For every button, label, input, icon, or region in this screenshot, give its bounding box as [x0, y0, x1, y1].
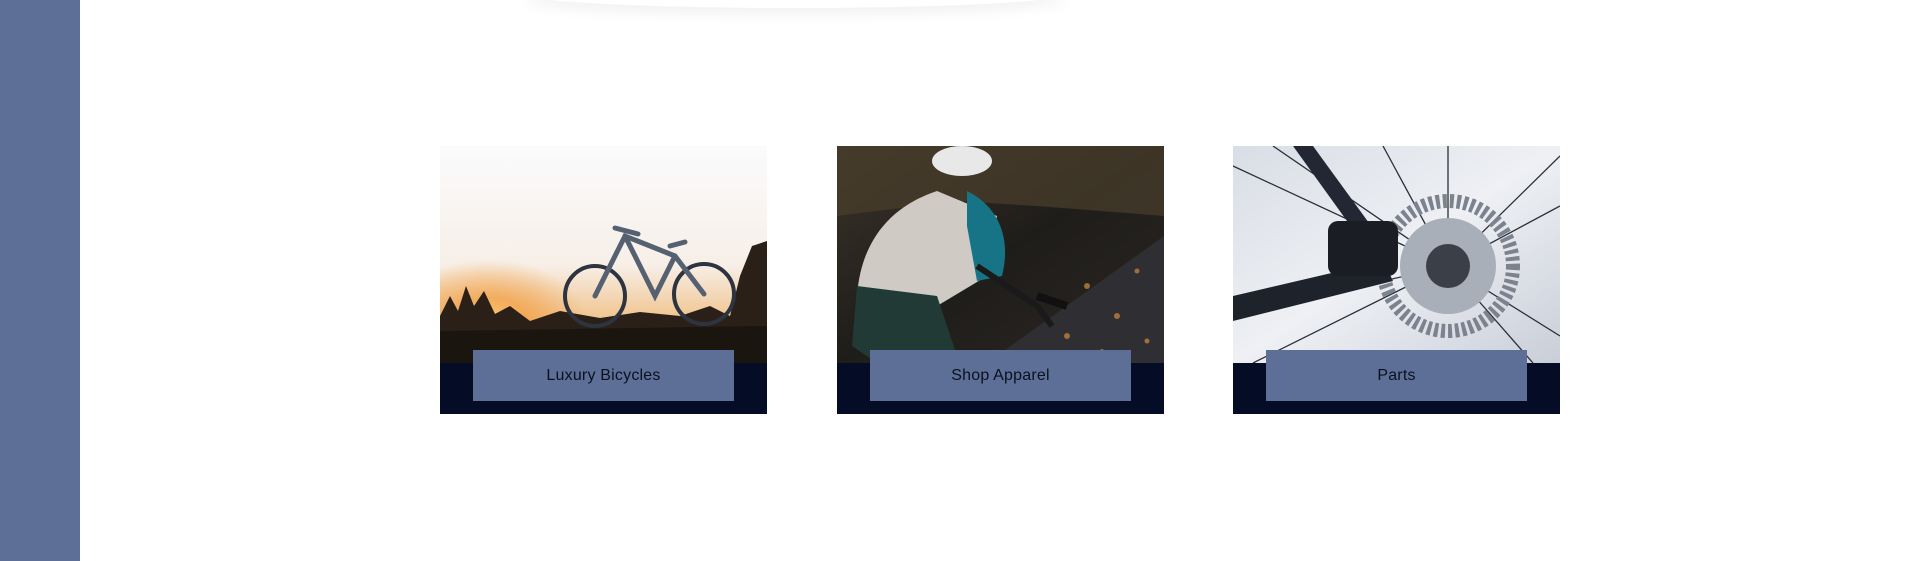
parts-button[interactable]: Parts [1266, 350, 1527, 401]
category-card-shop-apparel[interactable]: Shop Apparel [837, 146, 1164, 414]
luxury-bicycles-button[interactable]: Luxury Bicycles [473, 350, 734, 401]
disc-brake-closeup-image [1233, 146, 1560, 363]
shop-apparel-button[interactable]: Shop Apparel [870, 350, 1131, 401]
left-sidebar-bar [0, 0, 80, 561]
bicycle-at-sunset-image [440, 146, 767, 363]
cyclist-riding-road-image [837, 146, 1164, 363]
header-shadow [525, 0, 1065, 8]
category-card-luxury-bicycles[interactable]: Luxury Bicycles [440, 146, 767, 414]
category-card-parts[interactable]: Parts [1233, 146, 1560, 414]
